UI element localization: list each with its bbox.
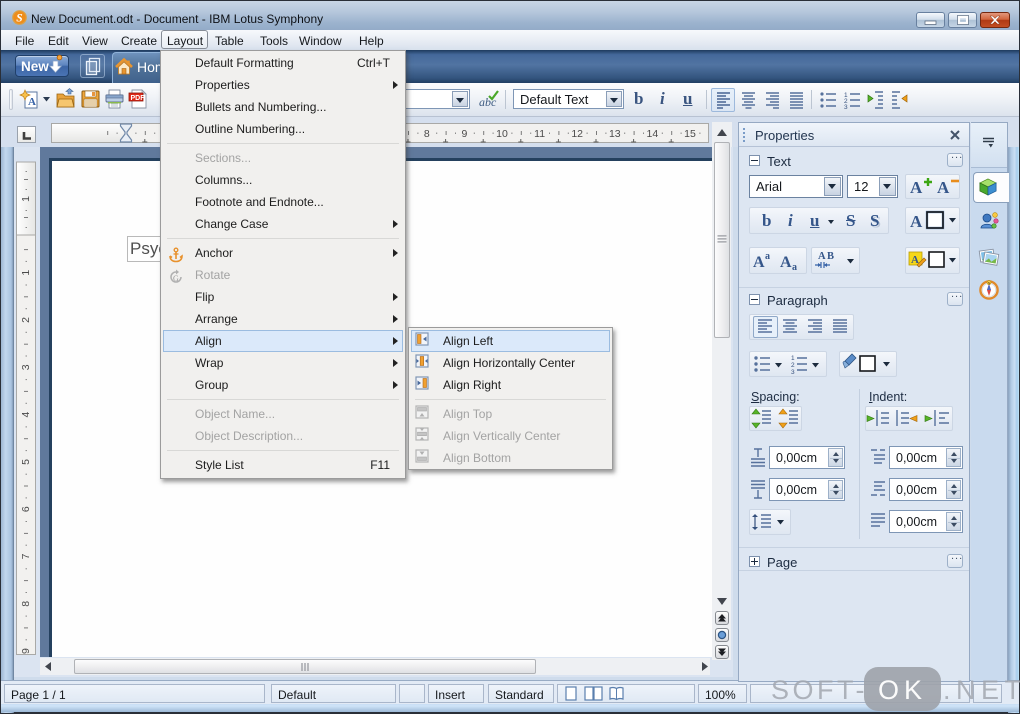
svg-text:2: 2 [20, 317, 32, 323]
svg-text:a: a [765, 251, 770, 262]
svg-text:8: 8 [424, 128, 430, 140]
svg-text:G: G [173, 274, 179, 283]
svg-text:A: A [780, 254, 792, 271]
svg-text:A: A [910, 212, 923, 231]
svg-text:10: 10 [496, 128, 508, 140]
svg-text:a: a [792, 262, 797, 273]
svg-text:7: 7 [20, 553, 32, 559]
svg-text:15: 15 [684, 128, 696, 140]
svg-text:A: A [937, 178, 950, 197]
svg-text:3: 3 [791, 369, 795, 376]
svg-text:5: 5 [20, 459, 32, 465]
svg-text:9: 9 [461, 128, 467, 140]
svg-text:8: 8 [20, 601, 32, 607]
svg-text:A: A [818, 251, 826, 262]
svg-text:6: 6 [20, 506, 32, 512]
svg-text:A: A [910, 178, 923, 197]
svg-text:14: 14 [647, 128, 659, 140]
svg-text:3: 3 [844, 104, 848, 111]
svg-text:S: S [16, 13, 22, 25]
svg-text:9: 9 [20, 648, 32, 654]
svg-text:1: 1 [791, 355, 795, 362]
svg-text:13: 13 [609, 128, 621, 140]
svg-text:A: A [753, 254, 765, 271]
svg-text:3: 3 [20, 364, 32, 370]
svg-text:4: 4 [20, 412, 32, 418]
svg-text:12: 12 [571, 128, 583, 140]
svg-text:11: 11 [534, 128, 545, 140]
svg-text:B: B [827, 251, 834, 262]
svg-text:A: A [28, 96, 36, 108]
svg-text:PDF: PDF [131, 95, 146, 102]
svg-text:1: 1 [20, 196, 32, 202]
svg-text:1: 1 [20, 270, 32, 276]
svg-text:2: 2 [791, 362, 795, 369]
